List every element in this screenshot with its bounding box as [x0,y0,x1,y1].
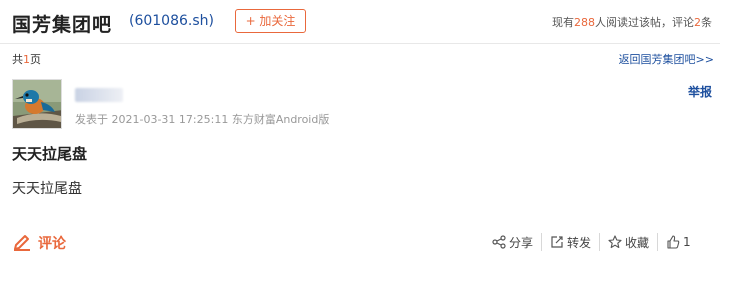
page-count: 共1页 [12,51,41,67]
page-header: 国芳集团吧 (601086.sh) + 加关注 现有288人阅读过该帖，评论2条 [0,0,720,44]
comment-label: 评论 [38,236,66,252]
stats-suffix: 条 [701,16,712,29]
read-stats: 现有288人阅读过该帖，评论2条 [552,14,712,30]
post-actions: 分享 转发 收藏 1 [484,230,699,254]
like-button[interactable]: 1 [658,231,699,253]
follow-button[interactable]: + 加关注 [235,9,306,33]
favorite-button[interactable]: 收藏 [600,231,657,253]
share-label: 分享 [509,235,534,250]
bar-title[interactable]: 国芳集团吧 [12,10,112,37]
pager-suffix: 页 [30,53,41,66]
page-number: 1 [23,53,30,66]
star-icon [608,235,622,249]
share-icon [492,235,506,249]
thumbs-up-icon [666,235,680,249]
report-button[interactable]: 举报 [688,83,712,100]
avatar[interactable] [12,79,62,129]
comment-button[interactable]: 评论 [12,232,66,254]
repost-icon [550,235,564,249]
author-name-blurred[interactable] [75,88,123,102]
stats-prefix: 现有 [552,16,574,29]
post-meta: 发表于 2021-03-31 17:25:11 东方财富Android版 [75,113,330,126]
repost-label: 转发 [567,235,592,250]
comment-count: 2 [694,16,701,29]
share-button[interactable]: 分享 [484,231,541,253]
pencil-icon [12,231,32,255]
right-margin [720,0,746,285]
post-title: 天天拉尾盘 [12,145,88,163]
back-to-bar-link[interactable]: 返回国芳集团吧>> [619,51,714,67]
stock-code-link[interactable]: (601086.sh) [129,13,214,29]
pager-prefix: 共 [12,53,23,66]
favorite-label: 收藏 [625,235,650,250]
repost-button[interactable]: 转发 [542,231,599,253]
like-count: 1 [683,235,691,249]
post-body: 天天拉尾盘 [12,181,82,197]
stats-middle: 人阅读过该帖，评论 [595,16,694,29]
reader-count: 288 [574,16,595,29]
